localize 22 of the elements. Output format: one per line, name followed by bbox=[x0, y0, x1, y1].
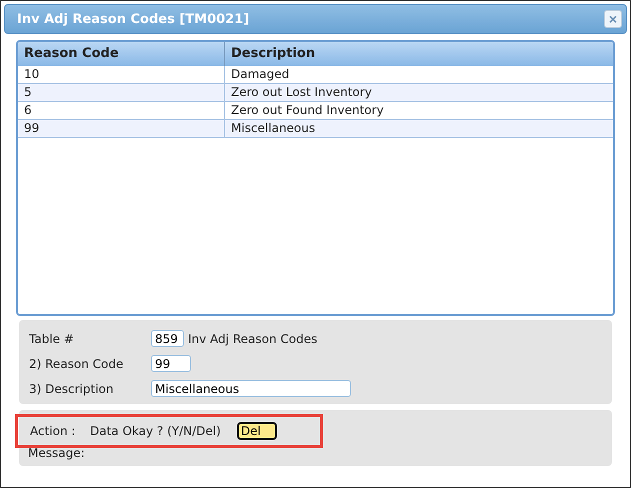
table-number-field[interactable]: 859 bbox=[151, 330, 184, 347]
table-cell-text: Miscellaneous bbox=[230, 120, 316, 137]
column-header[interactable]: Reason Code bbox=[18, 42, 225, 66]
message-label: Message: bbox=[27, 446, 86, 460]
field-label: 3) Description bbox=[29, 382, 114, 396]
input-field[interactable]: Miscellaneous bbox=[151, 380, 351, 397]
action-prompt: Data Okay ? (Y/N/Del) bbox=[90, 424, 221, 438]
table-cell-text: Zero out Lost Inventory bbox=[230, 84, 373, 101]
table-cell: 99 bbox=[18, 120, 225, 137]
field-label: 2) Reason Code bbox=[29, 356, 124, 370]
field-label: Table # bbox=[29, 332, 75, 346]
table-cell-text: Damaged bbox=[230, 66, 290, 83]
column-header[interactable]: Description bbox=[225, 42, 613, 66]
table-cell-text: Zero out Found Inventory bbox=[230, 102, 385, 119]
window-title: Inv Adj Reason Codes [TM0021] bbox=[17, 12, 250, 26]
table-name: Inv Adj Reason Codes bbox=[188, 332, 318, 346]
action-label: Action : bbox=[30, 424, 76, 438]
table-cell: 6 bbox=[18, 102, 225, 119]
table-cell: 10 bbox=[18, 66, 225, 83]
action-field[interactable]: Del bbox=[236, 422, 277, 440]
table-cell: 5 bbox=[18, 84, 225, 101]
input-field[interactable]: 99 bbox=[151, 355, 191, 372]
